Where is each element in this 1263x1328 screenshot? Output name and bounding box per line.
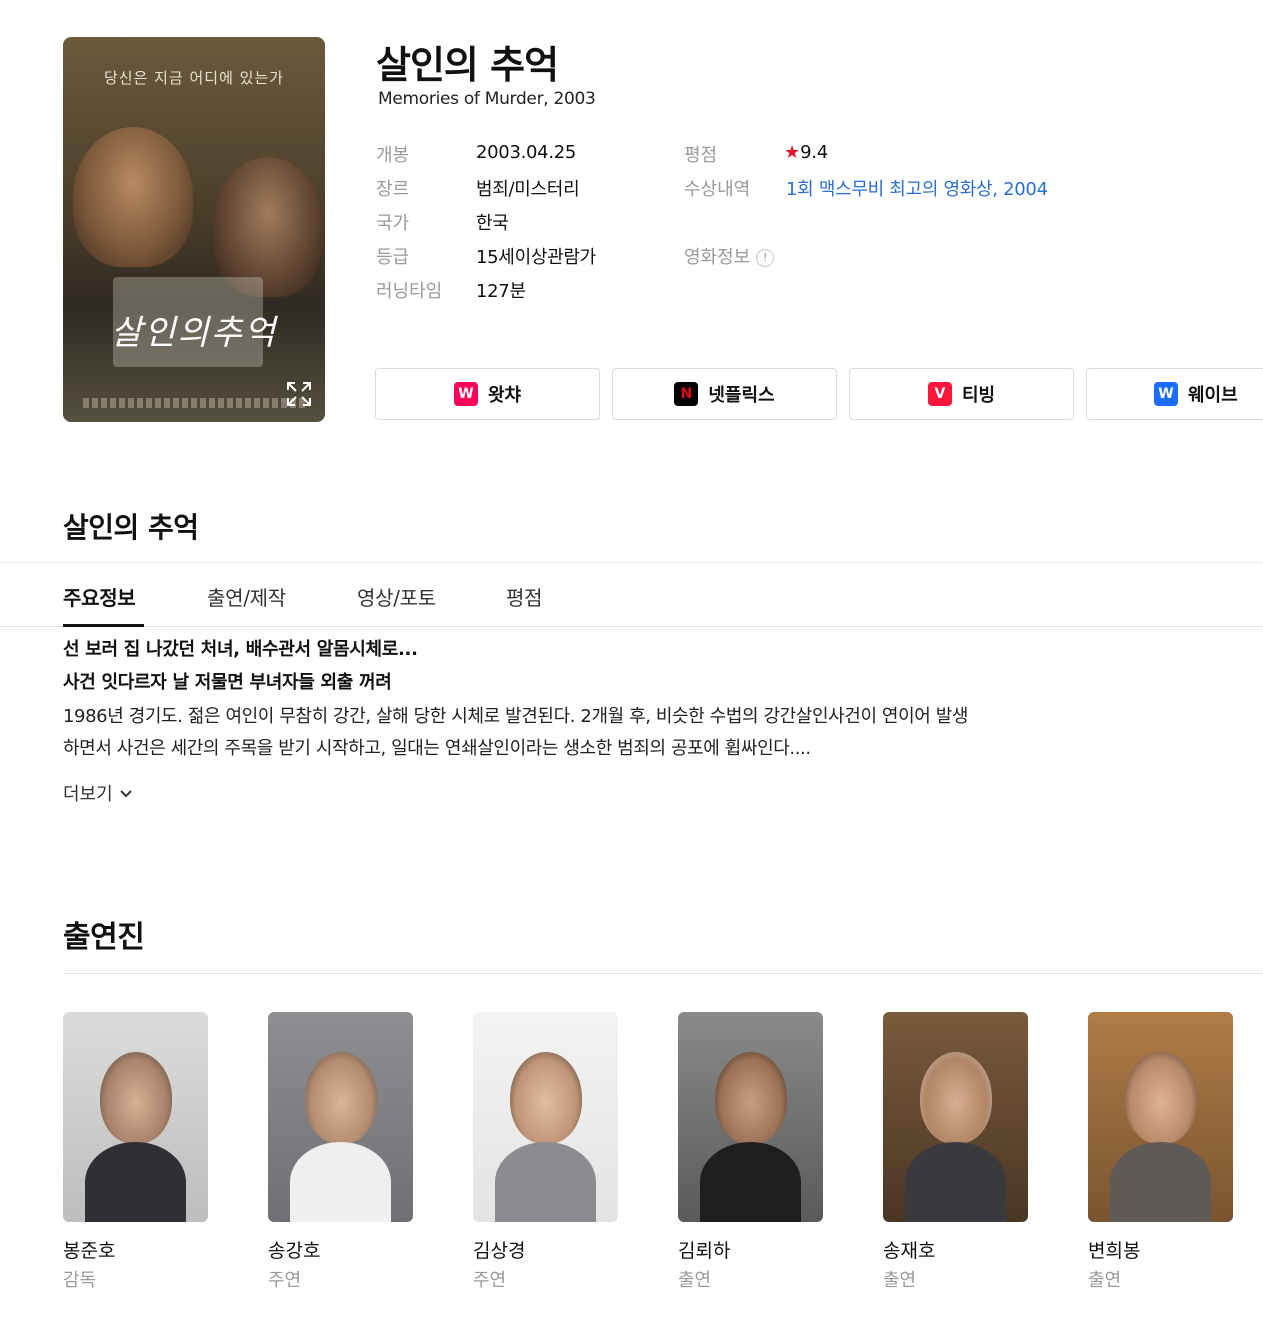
tab-reviews[interactable]: 평점 xyxy=(506,582,543,611)
cast-name[interactable]: 봉준호 xyxy=(63,1236,115,1263)
cast-portrait-head xyxy=(100,1052,172,1144)
country-value: 한국 xyxy=(476,213,509,234)
runtime-label: 러닝타임 xyxy=(376,281,443,302)
cast-portrait-body xyxy=(85,1142,186,1222)
ott-label: 웨이브 xyxy=(1188,385,1238,406)
cast-name[interactable]: 김상경 xyxy=(473,1236,525,1263)
tabs-divider xyxy=(0,626,1263,627)
awards-label: 수상내역 xyxy=(684,179,751,200)
release-label: 개봉 xyxy=(376,145,410,166)
tab-main-info[interactable]: 주요정보 xyxy=(63,582,136,611)
genre-label: 장르 xyxy=(376,179,410,200)
more-label: 더보기 xyxy=(63,784,113,805)
ott-label: 넷플릭스 xyxy=(708,385,775,406)
cast-photo[interactable] xyxy=(1088,1012,1233,1222)
poster-figure-right xyxy=(213,157,323,297)
divider xyxy=(0,562,1263,563)
ott-label: 왓챠 xyxy=(487,385,522,406)
cast-portrait-body xyxy=(905,1142,1006,1222)
cast-portrait-body xyxy=(1110,1142,1211,1222)
score: ★9.4 xyxy=(784,142,828,163)
cast-photo[interactable] xyxy=(473,1012,618,1222)
cast-photo[interactable] xyxy=(678,1012,823,1222)
cast-portrait-body xyxy=(700,1142,801,1222)
cast-name[interactable]: 송강호 xyxy=(268,1236,320,1263)
cast-role: 출연 xyxy=(883,1270,917,1291)
ott-button-watcha[interactable]: W 왓챠 xyxy=(375,368,600,420)
cast-role: 감독 xyxy=(63,1270,97,1291)
cast-portrait-body xyxy=(290,1142,391,1222)
cast-portrait-body xyxy=(495,1142,596,1222)
tab-video-photo[interactable]: 영상/포토 xyxy=(357,582,436,611)
cast-photo[interactable] xyxy=(268,1012,413,1222)
ott-button-wavve[interactable]: W 웨이브 xyxy=(1086,368,1263,420)
watcha-logo-icon: W xyxy=(453,382,478,406)
active-tab-indicator xyxy=(63,624,144,627)
cast-divider xyxy=(63,973,1263,974)
cast-portrait-head xyxy=(305,1052,377,1144)
rating-value: 15세이상관람가 xyxy=(476,247,596,268)
score-value: 9.4 xyxy=(800,142,828,163)
ott-button-tving[interactable]: V 티빙 xyxy=(849,368,1074,420)
expand-icon[interactable] xyxy=(285,380,313,408)
release-value: 2003.04.25 xyxy=(476,142,577,163)
country-label: 국가 xyxy=(376,213,410,234)
tab-cast-production[interactable]: 출연/제작 xyxy=(207,582,286,611)
runtime-value: 127분 xyxy=(476,281,526,302)
synopsis-headline-2: 사건 잇다르자 날 저물면 부녀자들 외출 꺼려 xyxy=(63,672,392,693)
poster-credits xyxy=(83,398,305,408)
genre-value: 범죄/미스터리 xyxy=(476,179,580,200)
movie-poster[interactable]: 당신은 지금 어디에 있는가 살인의추억 xyxy=(63,37,325,422)
cast-name[interactable]: 송재호 xyxy=(883,1236,935,1263)
cast-name[interactable]: 김뢰하 xyxy=(678,1236,730,1263)
movie-subtitle: Memories of Murder, 2003 xyxy=(378,89,596,109)
cast-photo[interactable] xyxy=(63,1012,208,1222)
ott-button-netflix[interactable]: N 넷플릭스 xyxy=(612,368,837,420)
wavve-logo-icon: W xyxy=(1154,382,1178,406)
ott-label: 티빙 xyxy=(961,385,996,406)
section-title: 살인의 추억 xyxy=(63,511,199,544)
poster-title-art: 살인의추억 xyxy=(110,313,278,353)
awards-link[interactable]: 1회 맥스무비 최고의 영화상, 2004 xyxy=(786,175,1048,201)
rating-label: 등급 xyxy=(376,247,410,268)
poster-figure-left xyxy=(73,127,193,267)
more-button[interactable]: 더보기 xyxy=(63,780,133,806)
synopsis-line-1: 1986년 경기도. 젊은 여인이 무참히 강간, 살해 당한 시체로 발견된다… xyxy=(63,706,969,727)
movie-info-label: 영화정보! xyxy=(684,243,775,269)
cast-role: 출연 xyxy=(678,1270,712,1291)
cast-name[interactable]: 변희봉 xyxy=(1088,1236,1140,1263)
movie-info-text: 영화정보 xyxy=(684,247,751,268)
movie-title: 살인의 추억 xyxy=(376,43,559,87)
synopsis-headline-1: 선 보러 집 나갔던 처녀, 배수관서 알몸시체로... xyxy=(63,639,418,660)
chevron-down-icon xyxy=(119,787,133,803)
cast-title: 출연진 xyxy=(63,920,145,955)
star-icon: ★ xyxy=(784,142,801,163)
score-label: 평점 xyxy=(684,145,718,166)
cast-photo[interactable] xyxy=(883,1012,1028,1222)
info-notice-icon[interactable]: ! xyxy=(756,249,775,267)
cast-portrait-head xyxy=(1125,1052,1197,1144)
synopsis-line-2: 하면서 사건은 세간의 주목을 받기 시작하고, 일대는 연쇄살인이라는 생소한… xyxy=(63,738,811,759)
cast-role: 주연 xyxy=(473,1270,507,1291)
netflix-logo-icon: N xyxy=(674,382,699,406)
cast-role: 출연 xyxy=(1088,1270,1122,1291)
cast-portrait-head xyxy=(715,1052,787,1144)
tving-logo-icon: V xyxy=(927,382,952,406)
poster-tagline: 당신은 지금 어디에 있는가 xyxy=(103,69,285,87)
cast-portrait-head xyxy=(510,1052,582,1144)
cast-portrait-head xyxy=(920,1052,992,1144)
cast-role: 주연 xyxy=(268,1270,302,1291)
